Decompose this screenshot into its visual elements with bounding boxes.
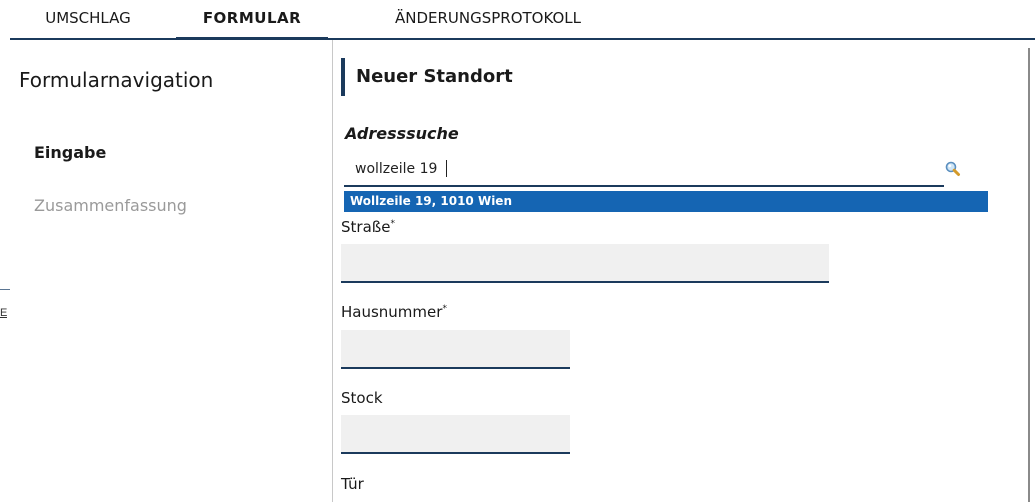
door-label: Tür <box>341 475 364 493</box>
tab-bar-underline <box>10 38 1035 40</box>
section-accent-bar <box>341 58 345 96</box>
edge-divider <box>0 289 10 290</box>
required-marker: * <box>442 304 447 314</box>
street-label: Straße* <box>341 218 395 236</box>
nav-item-zusammenfassung[interactable]: Zusammenfassung <box>34 196 187 215</box>
tab-umschlag[interactable]: UMSCHLAG <box>40 9 136 37</box>
nav-item-eingabe[interactable]: Eingabe <box>34 143 106 162</box>
street-field[interactable] <box>341 244 829 283</box>
tab-aenderungsprotokoll[interactable]: ÄNDERUNGSPROTOKOLL <box>383 9 593 37</box>
form-navigation-title: Formularnavigation <box>19 68 214 92</box>
house-number-label-text: Hausnummer <box>341 303 443 321</box>
scrollbar-track[interactable] <box>1028 48 1030 502</box>
tab-formular[interactable]: FORMULAR <box>176 9 328 40</box>
street-label-text: Straße <box>341 218 391 236</box>
house-number-label: Hausnummer* <box>341 303 447 321</box>
tab-bar: UMSCHLAG FORMULAR ÄNDERUNGSPROTOKOLL <box>0 0 1035 40</box>
floor-field[interactable] <box>341 415 570 454</box>
form-page: UMSCHLAG FORMULAR ÄNDERUNGSPROTOKOLL E F… <box>0 0 1035 502</box>
address-search-label: Adresssuche <box>345 124 459 143</box>
required-marker: * <box>390 219 395 229</box>
text-caret <box>446 160 447 177</box>
house-number-field[interactable] <box>341 330 570 369</box>
address-suggestion-item[interactable]: Wollzeile 19, 1010 Wien <box>344 191 988 212</box>
floor-label: Stock <box>341 389 383 407</box>
edge-link[interactable]: E <box>0 307 7 319</box>
address-search-input[interactable] <box>344 155 944 187</box>
panel-divider <box>332 40 333 502</box>
section-title: Neuer Standort <box>356 66 513 87</box>
search-icon[interactable] <box>944 160 962 178</box>
